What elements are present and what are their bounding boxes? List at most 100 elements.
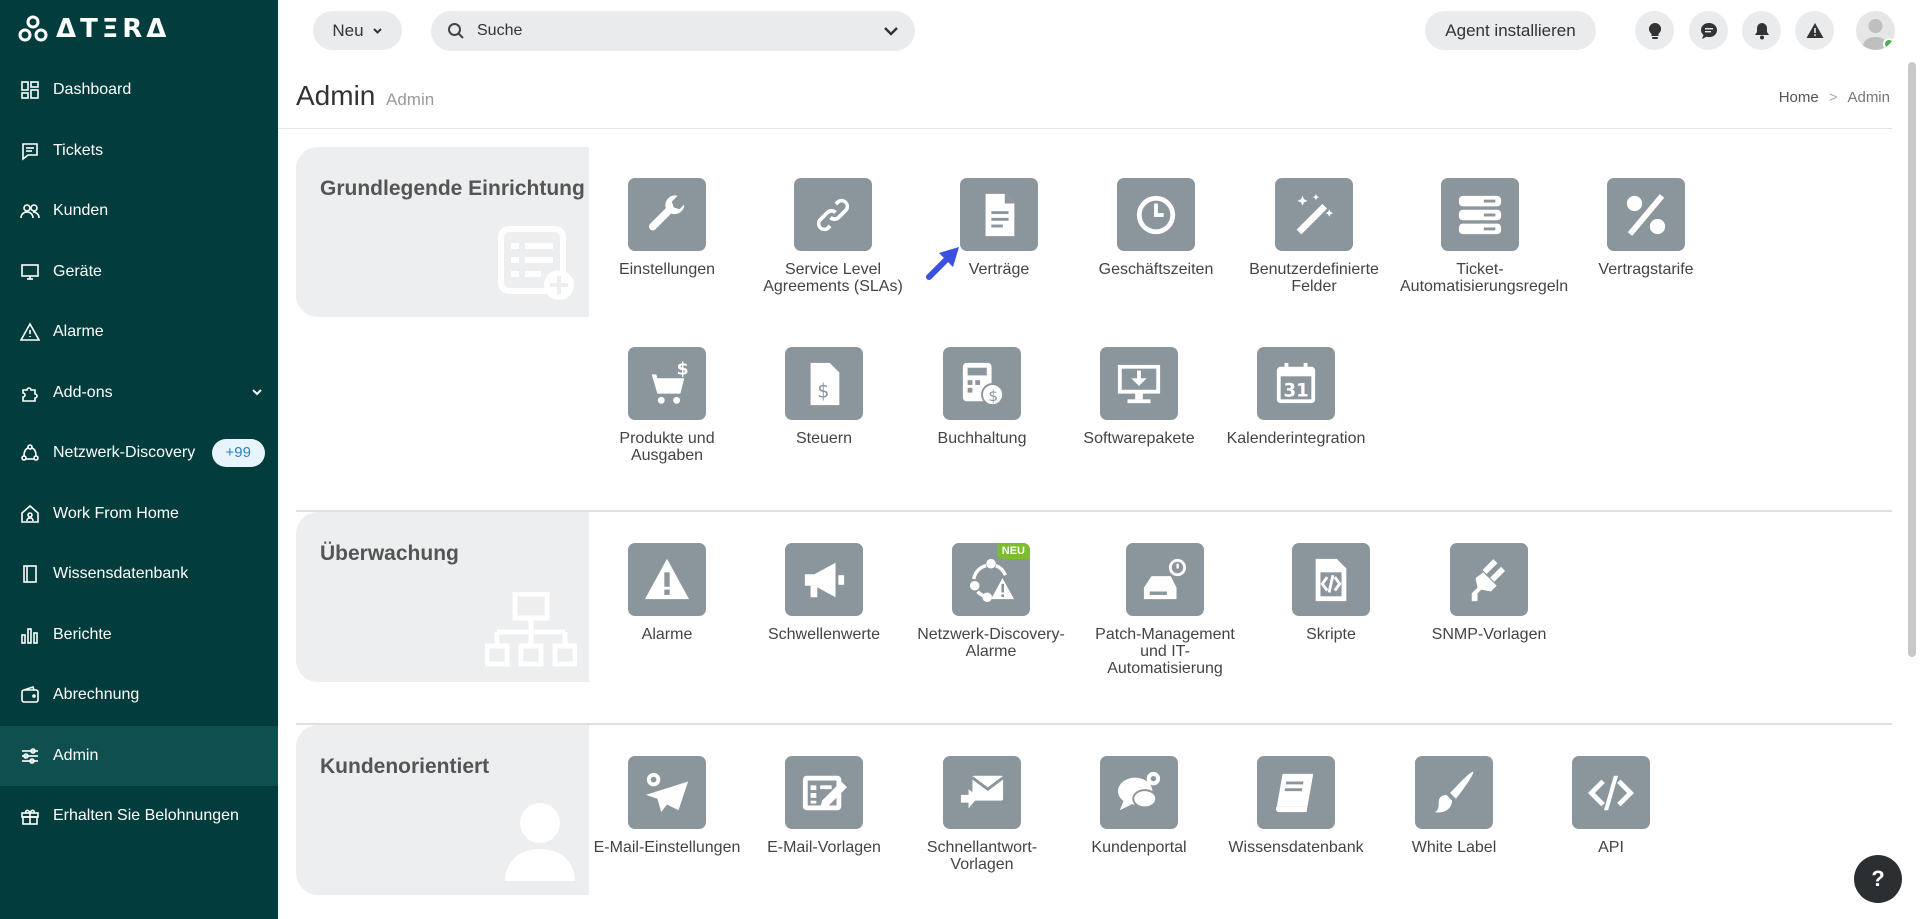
sidebar-item-work-from-home[interactable]: Work From Home — [0, 484, 278, 545]
logo-text: ΔTΞRΔ — [56, 14, 171, 44]
tile-ticket-automatisierungsregeln[interactable]: Ticket-Automatisierungsregeln — [1400, 178, 1569, 295]
clock-icon — [1136, 195, 1176, 234]
section-card-monitoring: Überwachung — [296, 512, 589, 682]
tile-email-einstellungen[interactable]: E-Mail-Einstellungen — [587, 756, 747, 856]
lightbulb-button[interactable] — [1635, 11, 1674, 50]
tile-schnellantwort-vorlagen[interactable]: Schnellantwort-Vorlagen — [902, 756, 1062, 873]
tile-alarme[interactable]: Alarme — [587, 543, 747, 643]
tile-vertragstarife[interactable]: Vertragstarife — [1566, 178, 1726, 278]
tile-label: Skripte — [1306, 626, 1356, 643]
tile-snmp-vorlagen[interactable]: SNMP-Vorlagen — [1409, 543, 1569, 643]
tile-icon-box — [628, 178, 706, 251]
chevron-down-icon[interactable] — [883, 24, 899, 38]
sidebar-item-belohnungen[interactable]: Erhalten Sie Belohnungen — [0, 786, 278, 847]
chevron-down-icon[interactable] — [250, 385, 264, 399]
link-icon — [816, 198, 850, 231]
scrollbar[interactable] — [1908, 62, 1916, 657]
sidebar-item-addons[interactable]: Add-ons — [0, 363, 278, 424]
chevron-down-icon — [372, 28, 382, 34]
tile-softwarepakete[interactable]: Softwarepakete — [1059, 347, 1219, 447]
sidebar-item-tickets[interactable]: Tickets — [0, 121, 278, 182]
tile-icon-box — [1572, 756, 1650, 829]
calendar-icon: 31 — [1276, 362, 1316, 403]
tile-wissensdatenbank[interactable]: Wissensdatenbank — [1216, 756, 1376, 856]
tile-icon-box — [794, 178, 872, 251]
notifications-button[interactable] — [1742, 11, 1781, 50]
sidebar-item-label: Work From Home — [53, 504, 179, 522]
logo[interactable]: ΔTΞRΔ — [18, 14, 170, 44]
sidebar-item-label: Geräte — [53, 262, 102, 280]
sidebar-item-label: Add-ons — [53, 383, 113, 401]
search-bar[interactable] — [431, 11, 915, 51]
network-alert-icon — [969, 558, 1014, 602]
tile-geschaeftszeiten[interactable]: Geschäftszeiten — [1076, 178, 1236, 278]
tile-kalenderintegration[interactable]: 31 Kalenderintegration — [1216, 347, 1376, 447]
tile-produkte-und-ausgaben[interactable]: $ Produkte und Ausgaben — [587, 347, 747, 464]
sidebar: ΔTΞRΔ Dashboard Tickets Kunden Geräte Al… — [0, 0, 278, 919]
alerts-button[interactable] — [1795, 11, 1834, 50]
avatar[interactable] — [1856, 11, 1895, 50]
book-icon — [1275, 773, 1314, 812]
sidebar-item-berichte[interactable]: Berichte — [0, 605, 278, 666]
sidebar-item-label: Netzwerk-Discovery — [53, 444, 196, 462]
tile-kundenportal[interactable]: Kundenportal — [1059, 756, 1219, 856]
tile-buchhaltung[interactable]: $ Buchhaltung — [902, 347, 1062, 447]
tile-icon-box — [1292, 543, 1370, 616]
sidebar-item-abrechnung[interactable]: Abrechnung — [0, 665, 278, 726]
sidebar-item-label: Berichte — [53, 625, 112, 643]
sidebar-item-dashboard[interactable]: Dashboard — [0, 60, 278, 121]
sidebar-item-netzwerk-discovery[interactable]: Netzwerk-Discovery +99 — [0, 423, 278, 484]
sidebar-item-geraete[interactable]: Geräte — [0, 242, 278, 303]
new-button[interactable]: Neu — [313, 11, 402, 50]
tile-label: Wissensdatenbank — [1228, 839, 1364, 856]
tile-icon-box: 31 — [1257, 347, 1335, 420]
form-add-illustration-icon — [498, 226, 574, 300]
puzzle-icon — [20, 383, 40, 403]
tile-label: Geschäftszeiten — [1098, 261, 1214, 278]
tile-einstellungen[interactable]: Einstellungen — [587, 178, 747, 278]
tile-icon-box: $ — [943, 347, 1021, 420]
tile-email-vorlagen[interactable]: E-Mail-Vorlagen — [744, 756, 904, 856]
sidebar-item-label: Dashboard — [53, 81, 132, 99]
svg-text:$: $ — [677, 361, 689, 379]
code-icon — [1588, 775, 1634, 810]
tile-label: SNMP-Vorlagen — [1431, 626, 1547, 643]
tile-label: White Label — [1411, 839, 1497, 856]
section-title: Kundenorientiert — [320, 755, 490, 778]
topbar: Neu Agent installieren — [278, 0, 1920, 60]
install-agent-button[interactable]: Agent installieren — [1425, 11, 1596, 50]
chat-button[interactable] — [1689, 11, 1728, 50]
tile-icon-box — [1441, 178, 1519, 251]
sidebar-item-admin[interactable]: Admin — [0, 725, 278, 786]
tile-label: Produkte und Ausgaben — [619, 430, 715, 464]
tile-white-label[interactable]: White Label — [1374, 756, 1534, 856]
help-button[interactable]: ? — [1854, 855, 1902, 903]
sidebar-item-kunden[interactable]: Kunden — [0, 181, 278, 242]
quick-reply-icon — [960, 775, 1004, 808]
tile-patch-management[interactable]: Patch-Management und IT-Automatisierung — [1085, 543, 1245, 677]
tile-netzwerk-discovery-alarme[interactable]: NEU Netzwerk-Discovery-Alarme — [911, 543, 1071, 660]
sidebar-item-wissensdatenbank[interactable]: Wissensdatenbank — [0, 544, 278, 605]
tile-schwellenwerte[interactable]: Schwellenwerte — [744, 543, 904, 643]
tile-icon-box — [1450, 543, 1528, 616]
logo-icon — [18, 15, 48, 42]
sidebar-item-alarme[interactable]: Alarme — [0, 302, 278, 363]
tile-benutzerdefinierte-felder[interactable]: Benutzerdefinierte Felder — [1234, 178, 1394, 295]
tile-icon-box — [1275, 178, 1353, 251]
search-input[interactable] — [477, 22, 857, 40]
tile-skripte[interactable]: Skripte — [1251, 543, 1411, 643]
breadcrumb-home[interactable]: Home — [1779, 89, 1819, 106]
new-button-label: Neu — [332, 20, 364, 40]
tile-label: Einstellungen — [618, 261, 716, 278]
tile-slas[interactable]: Service Level Agreements (SLAs) — [753, 178, 913, 295]
person-illustration-icon — [505, 803, 575, 881]
chat-icon — [1700, 22, 1717, 39]
tile-api[interactable]: API — [1531, 756, 1691, 856]
tile-label: Kundenportal — [1091, 839, 1187, 856]
patch-icon — [1143, 558, 1187, 599]
svg-text:31: 31 — [1284, 380, 1309, 401]
customers-icon — [20, 201, 40, 221]
tile-label: Ticket-Automatisierungsregeln — [1400, 261, 1569, 295]
tile-icon-box — [1257, 756, 1335, 829]
tile-steuern[interactable]: $ Steuern — [744, 347, 904, 447]
